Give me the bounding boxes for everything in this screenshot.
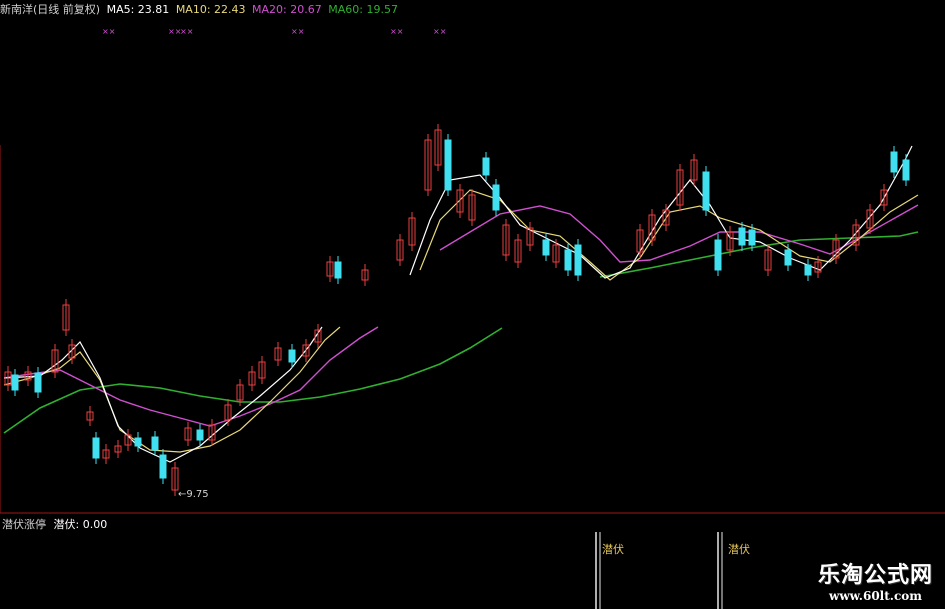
indicator-header: 潜伏涨停 潜伏: 0.00 bbox=[2, 516, 111, 532]
signal-marker: ×× bbox=[390, 27, 403, 36]
candle-body bbox=[564, 249, 572, 271]
candle-body bbox=[574, 244, 582, 276]
candle-body bbox=[159, 454, 167, 479]
watermark-url: www.60lt.com bbox=[829, 589, 922, 603]
signal-marker: ×× bbox=[291, 27, 304, 36]
candle-body bbox=[334, 261, 342, 279]
candle-body bbox=[492, 184, 500, 211]
candle-body bbox=[196, 429, 204, 441]
candlestick-chart[interactable]: ×× ×××× ×× ×× ××←9.75 bbox=[0, 0, 945, 609]
low-price-annotation: ←9.75 bbox=[178, 489, 209, 500]
candle-body bbox=[748, 229, 756, 246]
candle-body bbox=[11, 374, 19, 391]
ma5-line bbox=[3, 326, 323, 463]
candle-body bbox=[714, 239, 722, 271]
indicator-signal-1: 潜伏 bbox=[602, 543, 624, 556]
candle-body bbox=[902, 159, 910, 181]
candle-body bbox=[702, 171, 710, 211]
candle-body bbox=[92, 437, 100, 459]
watermark: 乐淘公式网 www.60lt.com bbox=[818, 557, 933, 603]
indicator-value: 潜伏: 0.00 bbox=[53, 518, 108, 531]
candle-body bbox=[134, 437, 142, 447]
candle-body bbox=[482, 157, 490, 176]
candle-body bbox=[890, 151, 898, 173]
watermark-title: 乐淘公式网 bbox=[817, 562, 933, 588]
signal-marker: ×× bbox=[102, 27, 115, 36]
candle-body bbox=[34, 372, 42, 393]
ma10-line bbox=[3, 326, 341, 453]
candle-body bbox=[151, 436, 159, 451]
candle-body bbox=[542, 239, 550, 256]
candle-body bbox=[804, 264, 812, 276]
signal-marker: ×× bbox=[433, 27, 446, 36]
candle-body bbox=[444, 139, 452, 191]
indicator-signal-2: 潜伏 bbox=[728, 543, 750, 556]
ma20-line bbox=[3, 326, 379, 427]
candle-body bbox=[738, 227, 746, 246]
signal-marker: ×× bbox=[180, 27, 193, 36]
indicator-name: 潜伏涨停 bbox=[2, 518, 46, 531]
candle-body bbox=[784, 249, 792, 266]
candle-body bbox=[288, 349, 296, 363]
